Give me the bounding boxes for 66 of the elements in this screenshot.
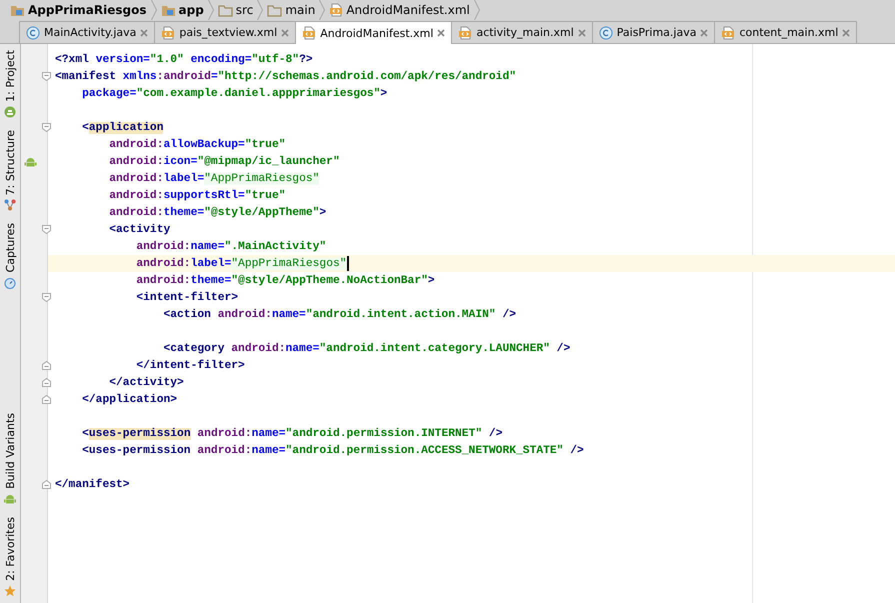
java-class-icon <box>26 26 40 40</box>
code-line: android:icon="@mipmap/ic_launcher" <box>108 156 340 168</box>
fold-marker-icon[interactable] <box>42 395 51 404</box>
xml-file-icon <box>161 26 176 40</box>
code-line: android:label="AppPrimaRiesgos" <box>108 172 320 184</box>
tool-window-button[interactable]: 1: Project <box>0 44 20 124</box>
fold-marker-icon[interactable] <box>42 361 51 370</box>
code-line: <?xml version="1.0" encoding="utf-8"?> <box>55 54 313 66</box>
java-class-icon <box>598 26 613 40</box>
code-line: <uses-permission android:name="android.permission.ACCESS_NETWORK_STATE" /> <box>81 444 584 456</box>
xml-file-icon <box>302 26 316 40</box>
close-icon[interactable] <box>700 28 708 36</box>
breadcrumb-item[interactable]: src <box>214 3 258 17</box>
stopwatch-icon <box>4 276 16 289</box>
code-line: <category android:name="android.intent.category.LAUNCHER" /> <box>162 342 570 354</box>
code-line: package="com.example.daniel.appprimariesgos"> <box>81 88 388 100</box>
tool-window-button[interactable]: Captures <box>0 217 20 295</box>
folder-icon <box>218 4 233 16</box>
code-line: <intent-filter> <box>135 292 238 304</box>
close-icon[interactable] <box>842 28 850 36</box>
code-line: <manifest xmlns:android="http://schemas.android.com/apk/res/android" <box>55 70 516 82</box>
fold-marker-icon[interactable] <box>42 480 51 489</box>
code-line: </intent-filter> <box>135 360 245 372</box>
structure-icon <box>4 199 16 212</box>
star-icon <box>4 585 16 597</box>
tool-window-button[interactable]: 2: Favorites <box>0 511 20 603</box>
xml-file-icon <box>721 26 736 40</box>
android-circle-icon <box>4 106 16 118</box>
code-line: android:name=".MainActivity" <box>135 240 326 252</box>
code-line: android:theme="@style/AppTheme"> <box>108 206 326 218</box>
close-icon[interactable] <box>281 28 290 36</box>
breadcrumb-item[interactable]: app <box>156 3 208 17</box>
code-line: android:allowBackup="true" <box>108 138 286 150</box>
editor-tab[interactable]: MainActivity.java <box>19 21 156 43</box>
code-line: <activity <box>108 224 170 236</box>
code-line: android:theme="@style/AppTheme.NoActionBar"> <box>135 274 435 286</box>
breadcrumb-item[interactable]: AppPrimaRiesgos <box>6 3 151 17</box>
editor-tab[interactable]: AndroidManifest.xml <box>295 21 452 44</box>
code-line: android:supportsRtl="true" <box>108 190 286 202</box>
xml-file-icon <box>329 3 344 17</box>
close-icon[interactable] <box>140 28 148 36</box>
fold-marker-icon[interactable] <box>42 72 51 81</box>
code-line: </activity> <box>108 376 184 388</box>
code-editor[interactable] <box>48 44 895 603</box>
code-line: </manifest> <box>55 478 130 490</box>
code-line: android:label="AppPrimaRiesgos" <box>135 258 347 270</box>
breadcrumb-item[interactable]: AndroidManifest.xml <box>325 3 474 17</box>
module-folder-icon <box>10 4 25 16</box>
android-icon <box>4 493 16 506</box>
code-line: <action android:name="android.intent.action.MAIN" /> <box>162 308 516 320</box>
fold-marker-icon[interactable] <box>42 293 51 302</box>
tool-window-button[interactable]: Build Variants <box>0 407 20 512</box>
code-line: <application <box>81 122 164 134</box>
code-line: <uses-permission android:name="android.permission.INTERNET" /> <box>81 428 502 440</box>
close-icon[interactable] <box>437 29 446 37</box>
fold-marker-icon[interactable] <box>42 123 51 132</box>
folder-icon <box>267 4 282 16</box>
close-icon[interactable] <box>578 28 586 36</box>
module-folder-icon <box>160 4 176 16</box>
fold-marker-icon[interactable] <box>42 225 51 234</box>
tool-window-button[interactable]: 7: Structure <box>0 124 20 218</box>
xml-file-icon <box>458 26 472 40</box>
fold-marker-icon[interactable] <box>42 378 51 387</box>
editor-tab[interactable]: content_main.xml <box>714 21 858 43</box>
code-line: </application> <box>81 394 178 406</box>
breadcrumb-item[interactable]: main <box>263 3 320 17</box>
